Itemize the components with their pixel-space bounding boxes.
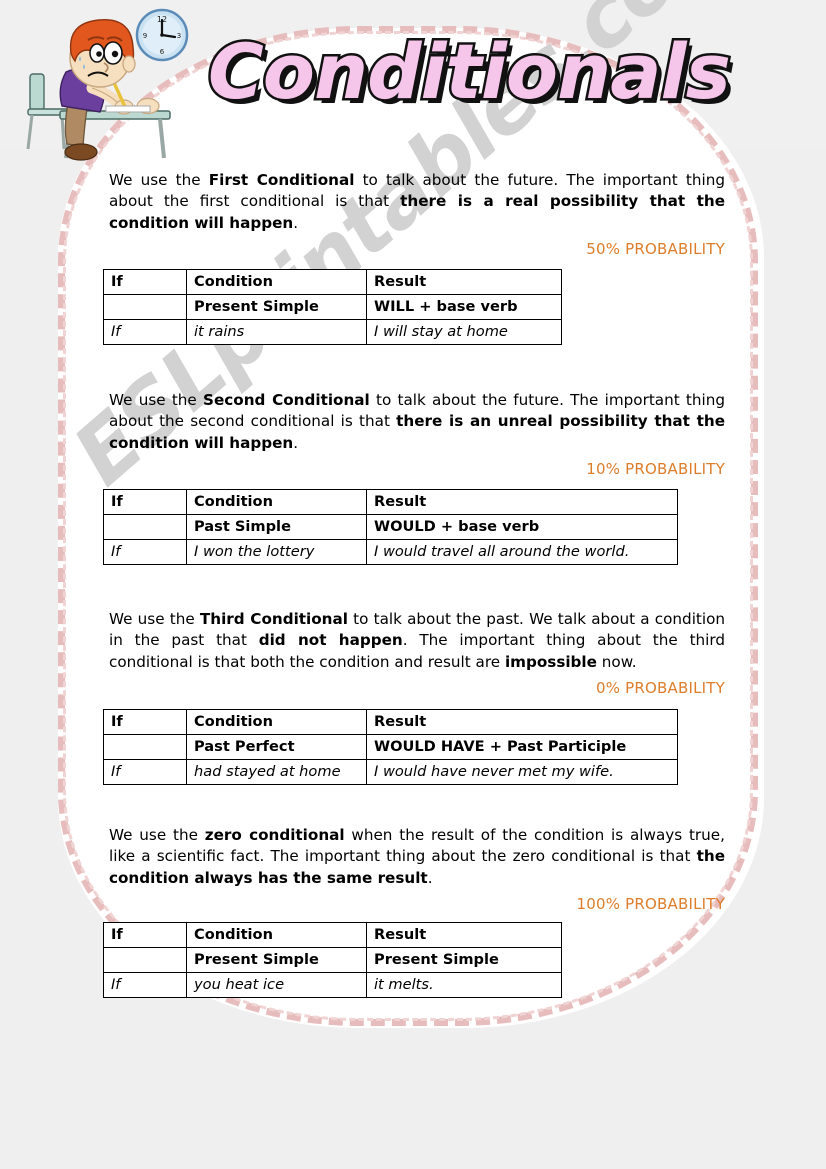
worksheet-title: Conditionals [206, 22, 734, 132]
paragraph-first-conditional: We use the First Conditional to talk abo… [109, 170, 725, 234]
plain-text: . [427, 868, 433, 887]
table-cell-if: If [103, 319, 187, 345]
table-example-row: If you heat ice it melts. [103, 972, 562, 998]
table-cell-if [103, 947, 187, 973]
table-cell-result: I would travel all around the world. [366, 539, 678, 565]
table-example-row: If had stayed at home I would have never m… [103, 759, 678, 785]
worksheet-title-text: Conditionals [206, 25, 734, 119]
emphasis-text: Third Conditional [199, 610, 348, 628]
table-cell-result: it melts. [366, 972, 562, 998]
table-example-row: If I won the lottery I would travel all ar… [103, 539, 678, 565]
emphasis-text: impossible [504, 652, 597, 671]
table-cell-if: If [103, 539, 187, 565]
emphasis-text: zero conditional [204, 826, 345, 844]
section-second-conditional: We use the Second Conditional to talk ab… [109, 390, 725, 478]
table-form-row: Past Simple WOULD + base verb [103, 514, 678, 540]
table-cell-if: If [103, 922, 187, 948]
table-cell-if: If [103, 972, 187, 998]
paragraph-third-conditional: We use the Third Conditional to talk abo… [109, 609, 725, 673]
table-cell-condition: Condition [186, 269, 367, 295]
table-cell-if: If [103, 489, 187, 515]
svg-text:6: 6 [160, 48, 165, 56]
table-cell-if [103, 514, 187, 540]
plain-text: now. [596, 652, 637, 671]
table-cell-if [103, 294, 187, 320]
plain-text: We use the [109, 171, 209, 189]
plain-text: . [293, 213, 299, 232]
table-form-row: Present Simple Present Simple [103, 947, 562, 973]
probability-label-zero: 100% PROBABILITY [576, 894, 725, 913]
table-cell-condition: Present Simple [186, 947, 367, 973]
table-header-row: If Condition Result [103, 269, 562, 295]
table-header-row: If Condition Result [103, 489, 678, 515]
probability-label-third: 0% PROBABILITY [595, 678, 725, 697]
table-form-row: Present Simple WILL + base verb [103, 294, 562, 320]
worksheet-page: ESLprintables.com 12 9 3 6 [0, 0, 826, 1169]
section-first-conditional: We use the First Conditional to talk abo… [109, 170, 725, 258]
svg-text:3: 3 [177, 32, 181, 40]
paragraph-second-conditional: We use the Second Conditional to talk ab… [109, 390, 725, 454]
svg-text:9: 9 [143, 32, 147, 40]
table-example-row: If it rains I will stay at home [103, 319, 562, 345]
section-zero-conditional: We use the zero conditional when the res… [109, 825, 725, 913]
table-cell-result: Result [366, 709, 678, 735]
emphasis-text: Second Conditional [203, 391, 370, 409]
plain-text: We use the [109, 826, 205, 844]
table-cell-result: WOULD + base verb [366, 514, 678, 540]
table-cell-condition: you heat ice [186, 972, 367, 998]
boy-writing-at-desk-icon: 12 9 3 6 [26, 8, 189, 161]
table-cell-condition: it rains [186, 319, 367, 345]
table-cell-result: WOULD HAVE + Past Participle [366, 734, 678, 760]
table-cell-condition: Condition [186, 489, 367, 515]
worksheet-header: 12 9 3 6 [0, 0, 826, 165]
table-cell-if [103, 734, 187, 760]
table-cell-if: If [103, 269, 187, 295]
table-third-conditional: If Condition Result Past Perfect WOULD HAVE … [103, 709, 678, 785]
table-cell-result: Result [366, 489, 678, 515]
plain-text: We use the [109, 391, 204, 409]
table-cell-condition: Past Simple [186, 514, 367, 540]
table-header-row: If Condition Result [103, 709, 678, 735]
table-cell-if: If [103, 759, 187, 785]
table-form-row: Past Perfect WOULD HAVE + Past Participle [103, 734, 678, 760]
paragraph-zero-conditional: We use the zero conditional when the res… [109, 825, 725, 889]
table-cell-if: If [103, 709, 187, 735]
table-header-row: If Condition Result [103, 922, 562, 948]
table-cell-result: I will stay at home [366, 319, 562, 345]
plain-text: . [293, 433, 299, 452]
table-cell-condition: Present Simple [186, 294, 367, 320]
table-cell-condition: I won the lottery [186, 539, 367, 565]
table-cell-result: Result [366, 922, 562, 948]
table-cell-result: I would have never met my wife. [366, 759, 678, 785]
table-first-conditional: If Condition Result Present Simple WILL + ba… [103, 269, 562, 345]
section-third-conditional: We use the Third Conditional to talk abo… [109, 609, 725, 697]
plain-text: We use the [109, 610, 200, 628]
table-zero-conditional: If Condition Result Present Simple Present S… [103, 922, 562, 998]
table-cell-condition: Condition [186, 922, 367, 948]
table-cell-condition: Condition [186, 709, 367, 735]
emphasis-text: did not happen [258, 631, 403, 650]
table-cell-result: Present Simple [366, 947, 562, 973]
probability-label-first: 50% PROBABILITY [586, 239, 725, 258]
table-second-conditional: If Condition Result Past Simple WOULD + base… [103, 489, 678, 565]
table-cell-result: WILL + base verb [366, 294, 562, 320]
table-cell-condition: had stayed at home [186, 759, 367, 785]
probability-label-second: 10% PROBABILITY [586, 459, 725, 478]
table-cell-condition: Past Perfect [186, 734, 367, 760]
emphasis-text: First Conditional [208, 171, 355, 189]
table-cell-result: Result [366, 269, 562, 295]
